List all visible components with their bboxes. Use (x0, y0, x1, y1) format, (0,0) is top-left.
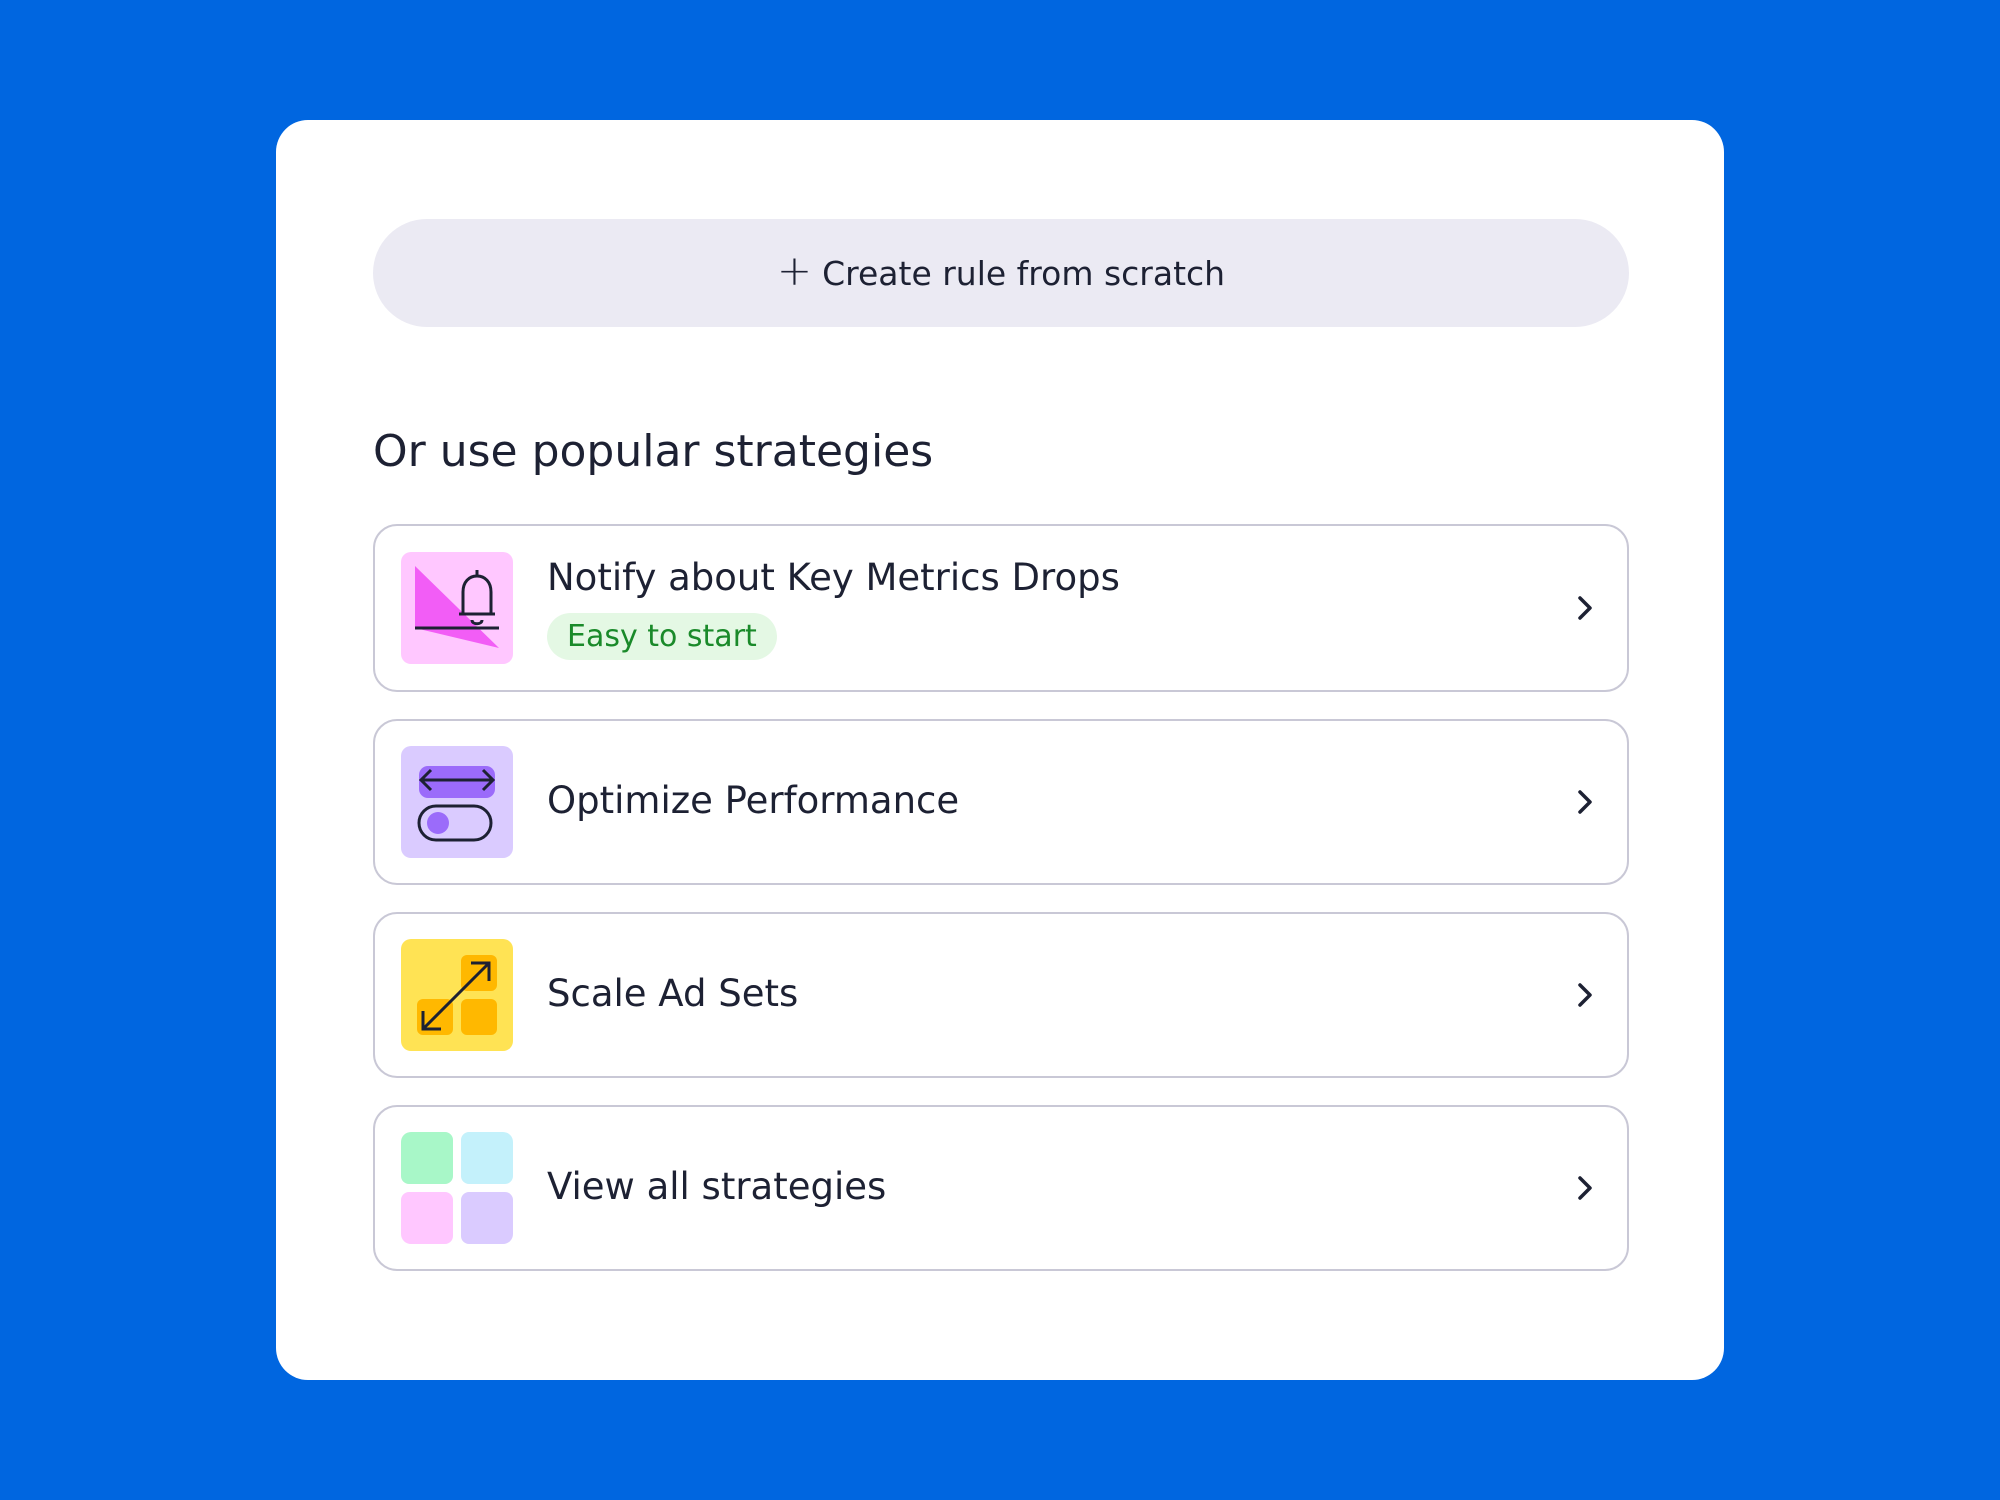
create-rule-label: Create rule from scratch (822, 253, 1226, 293)
chevron-right-icon (1578, 596, 1592, 620)
strategy-dialog: + Create rule from scratch Or use popula… (276, 120, 1724, 1380)
metrics-drop-bell-icon (401, 552, 513, 664)
toggle-optimize-icon (401, 746, 513, 858)
easy-to-start-badge: Easy to start (547, 613, 777, 660)
section-title: Or use popular strategies (373, 426, 934, 477)
scale-arrows-icon (401, 939, 513, 1051)
strategy-item-scale-ad-sets[interactable]: Scale Ad Sets (373, 912, 1629, 1078)
chevron-right-icon (1578, 1176, 1592, 1200)
strategy-label: View all strategies (547, 1165, 887, 1208)
strategy-label: Optimize Performance (547, 779, 960, 822)
strategy-text: Scale Ad Sets (547, 972, 798, 1015)
strategy-item-view-all[interactable]: View all strategies (373, 1105, 1629, 1271)
chevron-right-icon (1578, 790, 1592, 814)
chevron-right-icon (1578, 983, 1592, 1007)
strategy-item-optimize-performance[interactable]: Optimize Performance (373, 719, 1629, 885)
strategy-label: Scale Ad Sets (547, 972, 799, 1015)
strategy-text: Notify about Key Metrics Drops Easy to s… (547, 556, 1120, 660)
strategy-text: View all strategies (547, 1165, 886, 1208)
plus-icon: + (776, 246, 813, 295)
create-rule-button[interactable]: + Create rule from scratch (373, 219, 1629, 327)
strategy-text: Optimize Performance (547, 779, 959, 822)
grid-tiles-icon (401, 1132, 513, 1244)
strategy-label: Notify about Key Metrics Drops (547, 556, 1120, 599)
strategy-item-notify-key-metrics[interactable]: Notify about Key Metrics Drops Easy to s… (373, 524, 1629, 692)
